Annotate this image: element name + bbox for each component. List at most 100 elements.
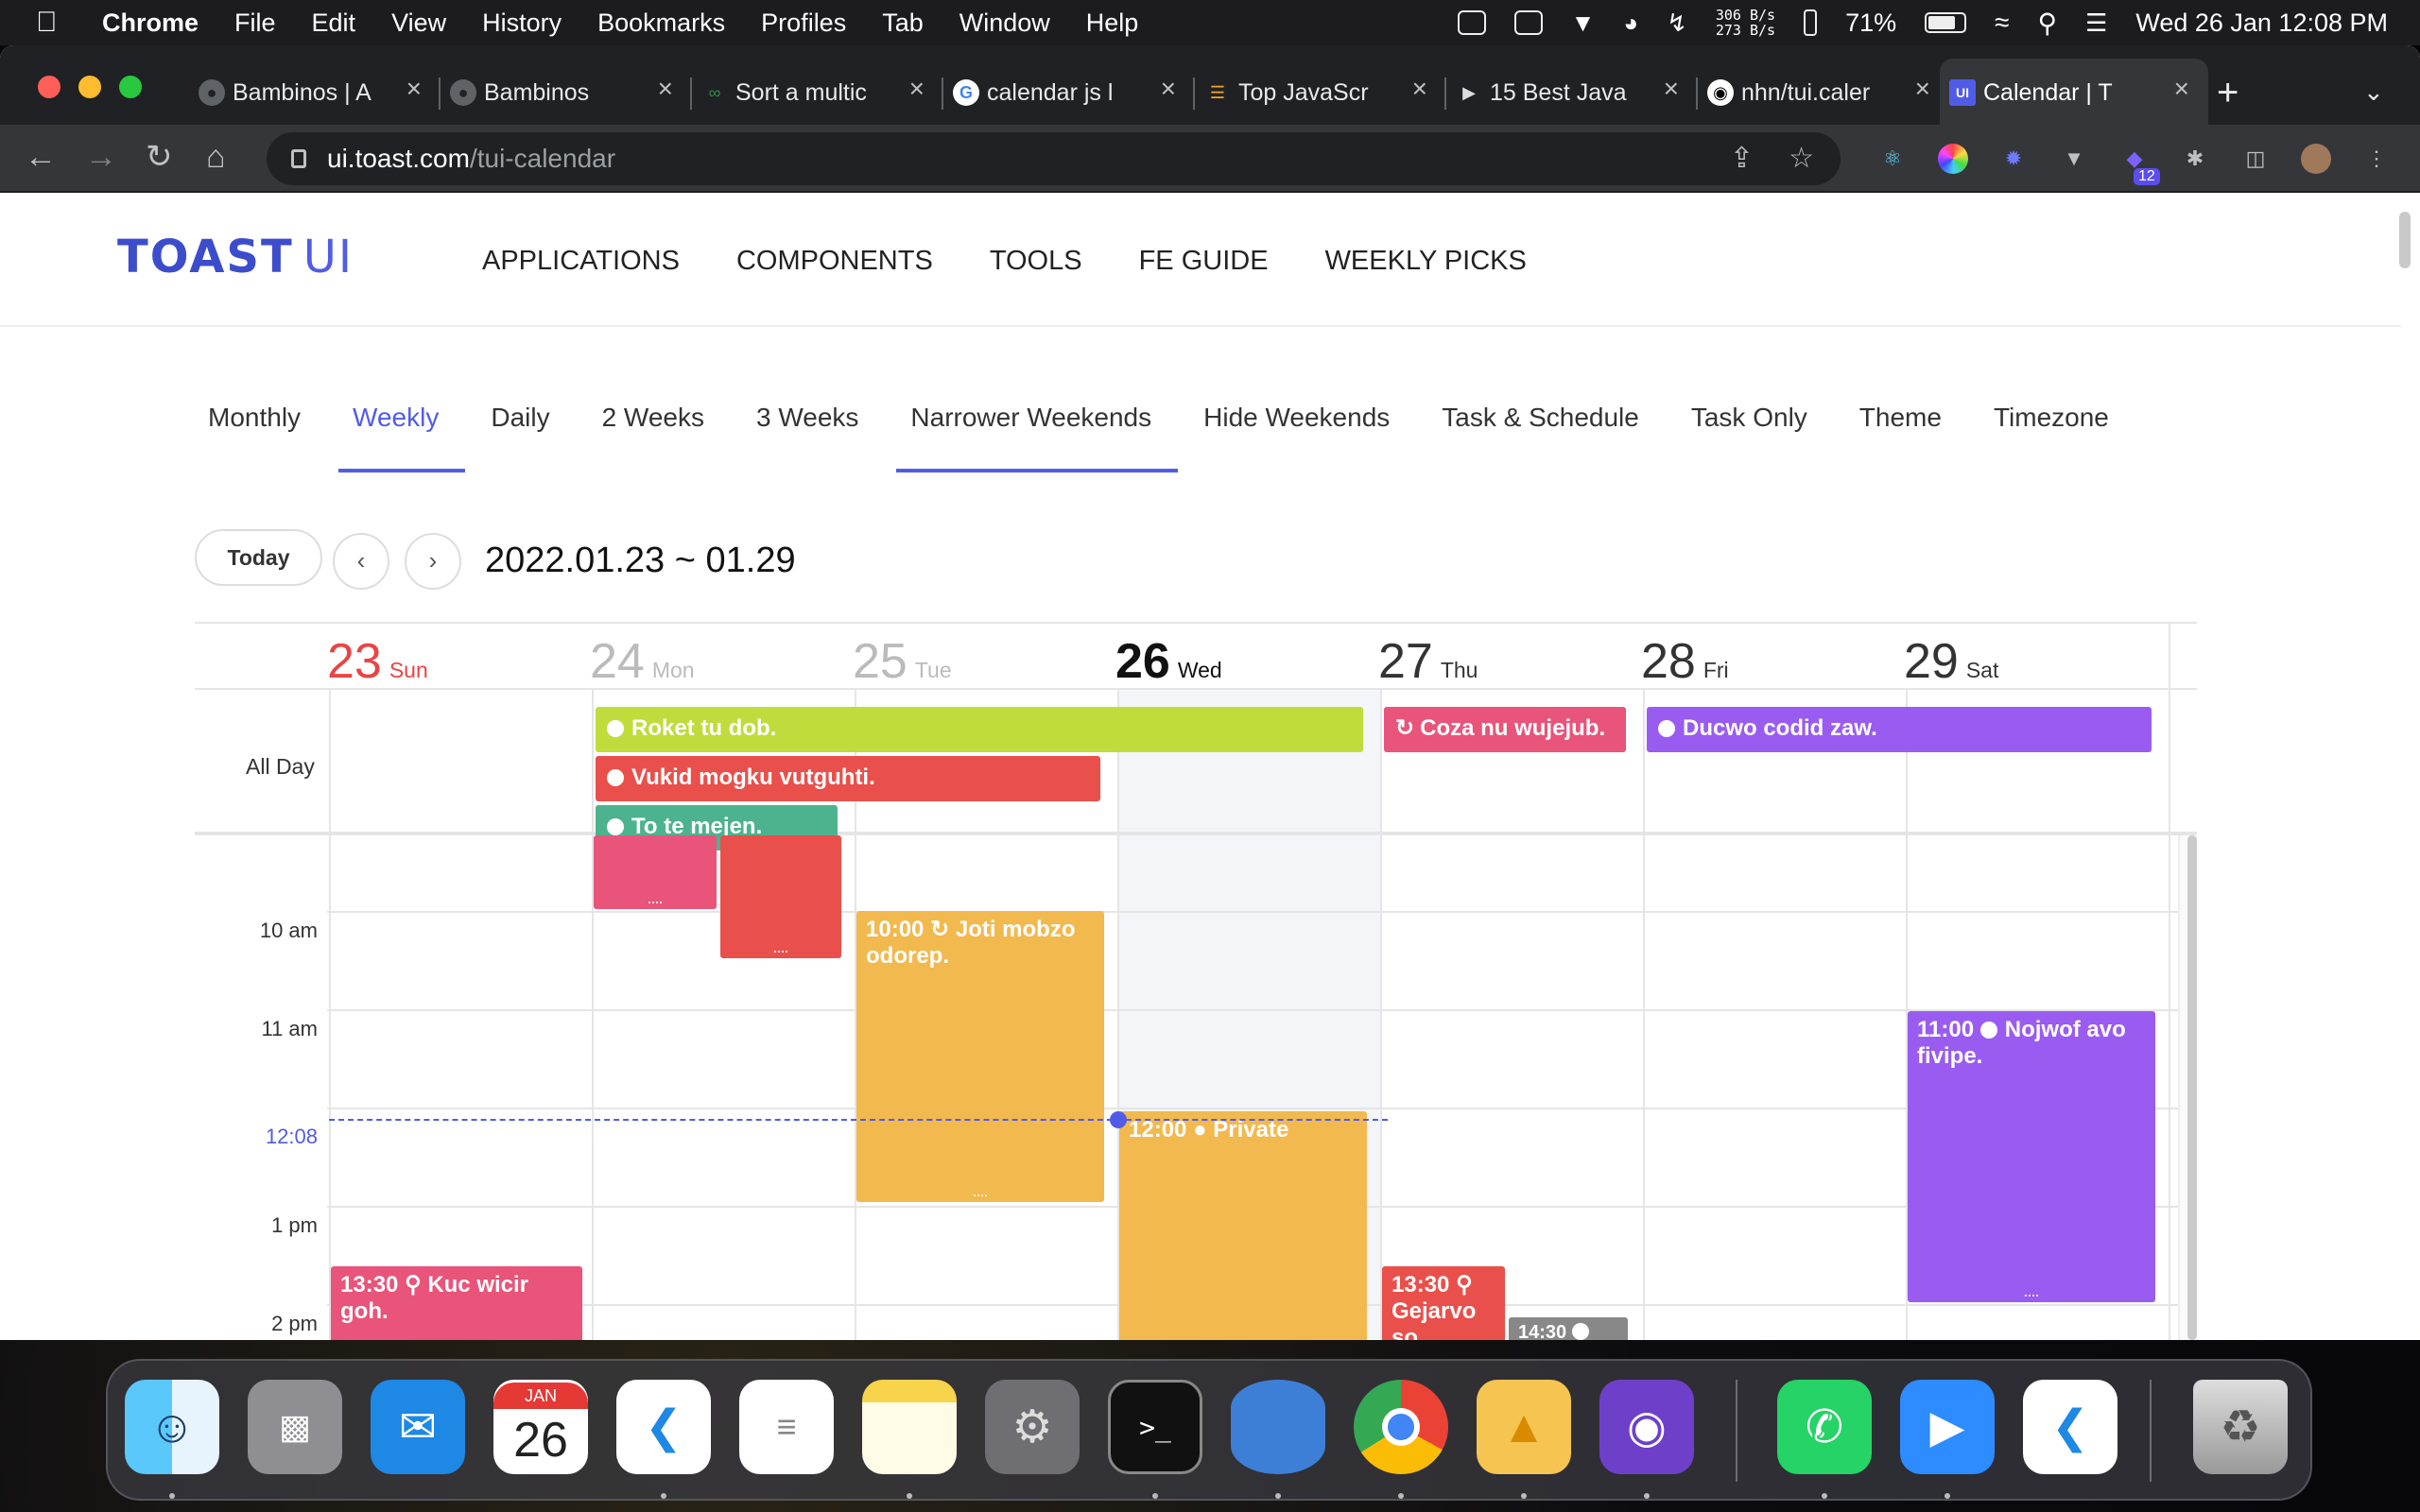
- lock-icon[interactable]: [291, 149, 306, 168]
- reload-button[interactable]: ↻: [146, 138, 173, 176]
- side-panel-icon[interactable]: ◫: [2240, 144, 2271, 174]
- tableplus-icon[interactable]: ▲: [1477, 1380, 1571, 1474]
- address-bar[interactable]: ui.toast.com/tui-calendar ⇪ ☆: [267, 132, 1841, 185]
- finder-icon[interactable]: ☺: [125, 1380, 219, 1474]
- time-event[interactable]: 14:30: [1509, 1317, 1628, 1340]
- battery-icon[interactable]: [1925, 12, 1967, 33]
- close-tab-icon[interactable]: ×: [658, 74, 673, 104]
- tab-task-schedule[interactable]: Task & Schedule: [1442, 403, 1666, 433]
- nav-fe-guide[interactable]: FE GUIDE: [1139, 246, 1269, 277]
- trash-icon[interactable]: ♻: [2193, 1380, 2288, 1474]
- vscode-icon[interactable]: ❮: [616, 1380, 711, 1474]
- next-week-button[interactable]: ›: [405, 533, 461, 590]
- reminders-icon[interactable]: ≡: [739, 1380, 834, 1474]
- day-header-sun[interactable]: 23 Sun: [327, 633, 428, 690]
- profile-avatar[interactable]: [2301, 144, 2331, 174]
- calendar-scrollbar[interactable]: [2178, 835, 2197, 1340]
- menu-edit[interactable]: Edit: [312, 9, 356, 38]
- menu-app-name[interactable]: Chrome: [102, 9, 199, 38]
- tab-sort-multi[interactable]: ∞ Sort a multic ×: [690, 59, 943, 127]
- tab-calendar-toast[interactable]: UI Calendar | T ×: [1940, 59, 2208, 127]
- react-devtools-icon[interactable]: ⚛: [1877, 144, 1908, 174]
- close-tab-icon[interactable]: ×: [1664, 74, 1679, 104]
- vue-devtools-icon[interactable]: ▼: [2059, 144, 2089, 174]
- extensions-puzzle-icon[interactable]: ✱: [2180, 144, 2210, 174]
- notes-icon[interactable]: [862, 1380, 957, 1474]
- time-event[interactable]: 11:00 Nojwof avo fivipe.: [1908, 1011, 2155, 1302]
- resize-handle[interactable]: [774, 951, 787, 954]
- nav-weekly-picks[interactable]: WEEKLY PICKS: [1325, 246, 1527, 277]
- allday-event[interactable]: Roket tu dob.: [596, 707, 1363, 752]
- screen-capture-icon[interactable]: [1513, 10, 1543, 35]
- close-tab-icon[interactable]: ×: [406, 74, 422, 104]
- terminal-icon[interactable]: >_: [1108, 1380, 1202, 1474]
- vscode-insiders-icon[interactable]: ❮: [2023, 1380, 2118, 1474]
- zoom-window-button[interactable]: [119, 76, 142, 98]
- today-button[interactable]: Today: [195, 529, 322, 586]
- time-event[interactable]: 13:30 ⚲ Kuc wicir goh.: [331, 1266, 582, 1340]
- day-header-thu[interactable]: 27 Thu: [1378, 633, 1478, 690]
- forward-button[interactable]: →: [85, 138, 117, 176]
- day-header-fri[interactable]: 28 Fri: [1641, 633, 1729, 690]
- day-header-wed[interactable]: 26 Wed: [1115, 633, 1222, 690]
- menu-profiles[interactable]: Profiles: [761, 9, 846, 38]
- new-tab-button[interactable]: +: [2217, 74, 2238, 112]
- bolt-icon[interactable]: ↯: [1667, 9, 1687, 38]
- tab-monthly[interactable]: Monthly: [208, 403, 327, 433]
- mail-icon[interactable]: ✉: [371, 1380, 465, 1474]
- tab-hide-weekends[interactable]: Hide Weekends: [1203, 403, 1416, 433]
- time-event[interactable]: 10:00 ↻ Joti mobzo odorep.: [856, 911, 1104, 1202]
- nav-applications[interactable]: APPLICATIONS: [482, 246, 680, 277]
- menu-history[interactable]: History: [482, 9, 562, 38]
- vpn-shield-icon[interactable]: ▼: [1571, 9, 1596, 38]
- system-preferences-icon[interactable]: ⚙: [985, 1380, 1080, 1474]
- control-center-icon[interactable]: ☰: [2085, 9, 2107, 38]
- menu-view[interactable]: View: [391, 9, 446, 38]
- close-tab-icon[interactable]: ×: [1412, 74, 1427, 104]
- menu-file[interactable]: File: [234, 9, 276, 38]
- tab-weekly[interactable]: Weekly: [338, 403, 466, 472]
- whatsapp-icon[interactable]: ✆: [1777, 1380, 1872, 1474]
- apple-menu-icon[interactable]: : [36, 7, 74, 39]
- menu-window[interactable]: Window: [959, 9, 1050, 38]
- menu-help[interactable]: Help: [1086, 9, 1139, 38]
- menu-bookmarks[interactable]: Bookmarks: [597, 9, 725, 38]
- tab-3-weeks[interactable]: 3 Weeks: [756, 403, 885, 433]
- tab-daily[interactable]: Daily: [491, 403, 576, 433]
- github-desktop-icon[interactable]: ◉: [1599, 1380, 1694, 1474]
- calendar-app-icon[interactable]: JAN 26: [493, 1380, 588, 1474]
- prev-week-button[interactable]: ‹: [333, 533, 389, 590]
- menubar-datetime[interactable]: Wed 26 Jan 12:08 PM: [2135, 9, 2388, 38]
- time-event[interactable]: [720, 835, 841, 958]
- menu-tab[interactable]: Tab: [882, 9, 924, 38]
- time-event[interactable]: 12:00 ● Private: [1119, 1111, 1367, 1340]
- nav-components[interactable]: COMPONENTS: [736, 246, 933, 277]
- time-event[interactable]: 13:30 ⚲ Gejarvo so goloco.: [1382, 1266, 1505, 1340]
- home-button[interactable]: ⌂: [206, 138, 226, 176]
- minimize-window-button[interactable]: [78, 76, 101, 98]
- back-button[interactable]: ←: [25, 138, 57, 176]
- share-icon[interactable]: ⇪: [1730, 142, 1754, 175]
- zoom-icon[interactable]: ▶: [1900, 1380, 1995, 1474]
- close-tab-icon[interactable]: ×: [909, 74, 925, 104]
- tab-top-javascript[interactable]: ☰ Top JavaScr ×: [1193, 59, 1446, 127]
- chrome-menu-icon[interactable]: ⋮: [2361, 144, 2392, 174]
- gear-ext-icon[interactable]: ✹: [1998, 144, 2029, 174]
- color-picker-icon[interactable]: [1938, 144, 1968, 174]
- allday-event[interactable]: Ducwo codid zaw.: [1647, 707, 2152, 752]
- resize-handle[interactable]: [974, 1194, 987, 1198]
- tab-theme[interactable]: Theme: [1859, 403, 1968, 433]
- launchpad-icon[interactable]: ▩: [248, 1380, 342, 1474]
- tab-2-weeks[interactable]: 2 Weeks: [602, 403, 731, 433]
- tab-15-best-java[interactable]: ▶ 15 Best Java ×: [1444, 59, 1698, 127]
- allday-event[interactable]: ↻ Coza nu wujejub.: [1384, 707, 1626, 752]
- tab-narrower-weekends[interactable]: Narrower Weekends: [896, 403, 1179, 472]
- database-icon[interactable]: [1231, 1380, 1325, 1474]
- clock-app-icon[interactable]: ◕: [1623, 9, 1638, 38]
- page-scrollbar-thumb[interactable]: [2399, 212, 2411, 268]
- calendar-scrollbar-thumb[interactable]: [2187, 835, 2197, 1340]
- nav-tools[interactable]: TOOLS: [990, 246, 1082, 277]
- time-event[interactable]: [594, 835, 717, 909]
- day-header-sat[interactable]: 29 Sat: [1904, 633, 1998, 690]
- wifi-icon[interactable]: ≈: [1995, 8, 2009, 38]
